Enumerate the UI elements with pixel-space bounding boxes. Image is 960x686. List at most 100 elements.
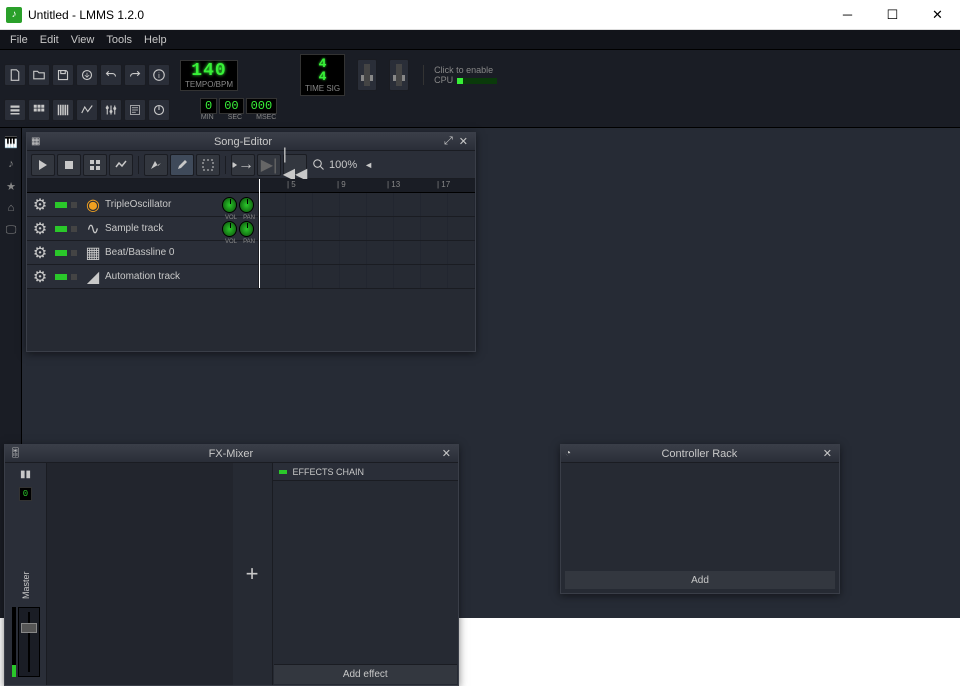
menu-edit[interactable]: Edit [34,32,65,48]
track-settings-button[interactable]: ⚙ [31,268,49,286]
play-button[interactable] [31,154,55,176]
timeline-ruler[interactable]: | 5 | 9 | 13 | 17 [27,179,475,193]
song-editor-close-button[interactable]: ✕ [456,135,471,148]
track-settings-button[interactable]: ⚙ [31,220,49,238]
fx-chain-body [273,481,459,663]
skip-next-button[interactable]: ▶| [257,154,281,176]
track-pan-knob[interactable] [239,197,254,213]
bbeditor-toggle-button[interactable] [28,99,50,121]
open-file-button[interactable] [28,64,50,86]
track-solo-button[interactable] [71,274,77,280]
track-name[interactable]: Beat/Bassline 0 [105,247,258,258]
playhead-icon[interactable] [259,179,260,288]
undo-button[interactable] [100,64,122,86]
dock-samples-icon[interactable]: ♪ [1,154,21,174]
automation-toggle-button[interactable] [76,99,98,121]
controller-rack-title: Controller Rack [579,448,820,460]
track-content[interactable] [259,217,475,240]
menu-view[interactable]: View [65,32,101,48]
track-volume-knob[interactable] [222,221,237,237]
controller-rack-close-button[interactable]: ✕ [820,447,835,460]
track-solo-button[interactable] [71,226,77,232]
track-mute-button[interactable] [55,226,67,232]
controller-add-button[interactable]: Add [565,571,835,589]
fx-mixer-close-button[interactable]: ✕ [439,447,454,460]
tempo-display[interactable]: 140 TEMPO/BPM [180,60,238,91]
record-button[interactable] [83,154,107,176]
song-editor-maximize-button[interactable]: ⤢ [441,135,456,148]
track-row: ⚙ ◉ TripleOscillator VOLPAN [27,193,475,217]
time-sec[interactable]: 00 [219,98,243,114]
draw-mode-button[interactable] [170,154,194,176]
fx-mixer-titlebar[interactable]: 🎚 FX-Mixer ✕ [5,445,458,463]
dock-instruments-icon[interactable]: 🎹 [1,132,21,152]
skip-back-button[interactable]: → [231,154,255,176]
zoom-down-button[interactable]: ◄ [361,160,376,170]
export-button[interactable] [76,64,98,86]
track-mute-button[interactable] [55,202,67,208]
songeditor-toggle-button[interactable] [4,99,26,121]
track-solo-button[interactable] [71,250,77,256]
controller-toggle-button[interactable] [148,99,170,121]
skip-start-button[interactable]: |◀◀ [283,154,307,176]
record-accomp-button[interactable] [109,154,133,176]
fx-chain-panel: EFFECTS CHAIN Add effect [273,463,459,685]
env-icon: ◢ [85,269,101,285]
fx-channel-label[interactable]: Master [21,515,31,599]
song-editor-toolbar: → ▶| |◀◀ 100% ◄ [27,151,475,179]
track-mute-button[interactable] [55,274,67,280]
time-min[interactable]: 0 [200,98,217,114]
app-logo-icon: ♪ [6,7,22,23]
window-maximize-button[interactable]: ☐ [870,0,915,30]
track-content[interactable] [259,193,475,216]
add-track-button[interactable] [144,154,168,176]
track-row: ⚙ ▦ Beat/Bassline 0 [27,241,475,265]
fx-master-strip[interactable]: ▮▮ 0 Master [5,463,47,685]
song-editor-title: Song-Editor [45,136,441,148]
dock-home-icon[interactable]: ⌂ [1,198,21,218]
fx-chain-title: EFFECTS CHAIN [293,467,365,477]
stop-button[interactable] [57,154,81,176]
master-pitch-slider[interactable] [389,59,409,91]
add-effect-button[interactable]: Add effect [274,664,458,684]
redo-button[interactable] [124,64,146,86]
cpu-meter[interactable]: Click to enable CPU [423,65,497,85]
notes-toggle-button[interactable] [124,99,146,121]
track-name[interactable]: TripleOscillator [105,199,222,210]
save-file-button[interactable] [52,64,74,86]
fx-add-channel-button[interactable]: + [233,463,273,685]
window-minimize-button[interactable]: ─ [825,0,870,30]
edit-mode-button[interactable] [196,154,220,176]
track-solo-button[interactable] [71,202,77,208]
zoom-value[interactable]: 100% [329,159,357,171]
menu-help[interactable]: Help [138,32,173,48]
pianoroll-toggle-button[interactable] [52,99,74,121]
track-content[interactable] [259,241,475,264]
track-mute-button[interactable] [55,250,67,256]
dock-computer-icon[interactable]: 🖵 [1,220,21,240]
window-close-button[interactable]: ✕ [915,0,960,30]
song-editor-titlebar[interactable]: ▦ Song-Editor ⤢ ✕ [27,133,475,151]
track-name[interactable]: Automation track [105,271,258,282]
fx-chain-enable-led[interactable] [279,470,287,474]
master-volume-slider[interactable] [357,59,377,91]
cpu-hint: Click to enable [434,65,497,75]
menu-tools[interactable]: Tools [100,32,138,48]
timesig-display[interactable]: 4 4 TIME SIG [300,54,345,96]
track-content[interactable] [259,265,475,288]
fx-fader[interactable] [18,607,40,677]
menu-file[interactable]: File [4,32,34,48]
track-volume-knob[interactable] [222,197,237,213]
new-file-button[interactable] [4,64,26,86]
dock-presets-icon[interactable]: ★ [1,176,21,196]
fxmixer-toggle-button[interactable] [100,99,122,121]
whatsthis-button[interactable]: i [148,64,170,86]
track-settings-button[interactable]: ⚙ [31,196,49,214]
controller-rack-titlebar[interactable]: ◔ Controller Rack ✕ [561,445,839,463]
controller-rack-body [561,463,839,567]
timesig-label: TIME SIG [305,84,340,93]
track-settings-button[interactable]: ⚙ [31,244,49,262]
time-msec[interactable]: 000 [246,98,278,114]
track-name[interactable]: Sample track [105,223,222,234]
track-pan-knob[interactable] [239,221,254,237]
